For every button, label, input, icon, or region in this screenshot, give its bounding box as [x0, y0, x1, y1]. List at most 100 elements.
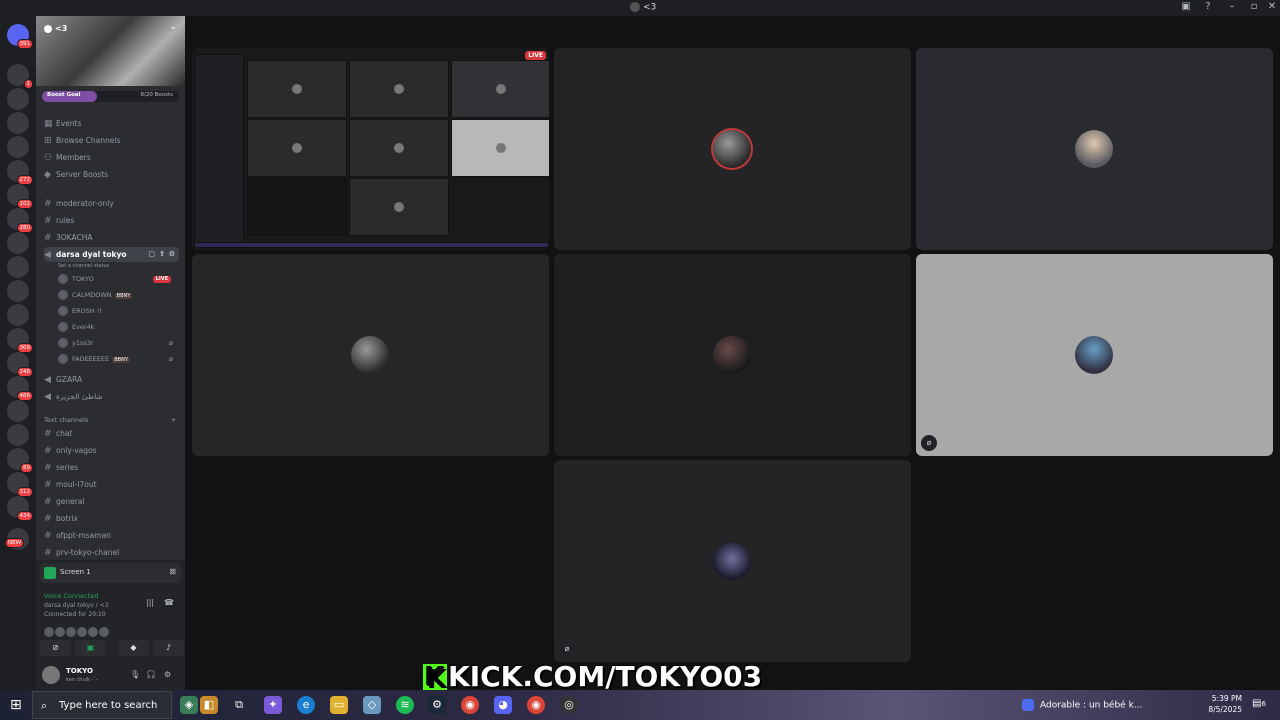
app-icon[interactable]: ◇ — [363, 696, 381, 714]
server-icon[interactable]: 272 — [7, 160, 33, 185]
user-avatar[interactable] — [42, 666, 60, 684]
server-icon[interactable] — [7, 232, 29, 254]
help-icon[interactable]: ? — [1198, 1, 1218, 12]
nav-item-members[interactable]: ⚇ Members — [44, 150, 179, 165]
chevron-down-icon[interactable]: ⌄ — [169, 22, 177, 32]
server-name[interactable]: <3 — [44, 24, 67, 33]
channel-top-1[interactable]: # rules — [44, 213, 179, 228]
server-icon[interactable] — [7, 400, 29, 422]
chat-icon[interactable]: ▢ — [148, 247, 155, 262]
copilot-icon[interactable]: ✦ — [264, 696, 282, 714]
chrome-icon[interactable]: ◉ — [527, 696, 545, 714]
server-icon[interactable] — [7, 112, 29, 134]
server-icon[interactable] — [7, 88, 29, 110]
participant-tile[interactable] — [192, 254, 549, 456]
stream-tile-tokyo[interactable]: LIVE — [192, 48, 549, 250]
nav-item-server-boosts[interactable]: ◆ Server Boosts — [44, 167, 179, 182]
channel-text-1[interactable]: # only-vagos — [44, 443, 179, 458]
edge-icon[interactable]: e — [297, 696, 315, 714]
discord-icon[interactable]: ◕ — [494, 696, 512, 714]
voice-user[interactable]: EROSH !! — [58, 304, 179, 319]
server-icon[interactable]: 466 — [7, 376, 33, 401]
screen-share-bar[interactable]: Screen 1 ⊠ — [40, 563, 181, 583]
server-icon[interactable] — [7, 424, 29, 446]
server-icon[interactable]: 248 — [7, 352, 33, 377]
disconnect-icon[interactable]: ☎ — [164, 598, 174, 607]
participant-tile[interactable]: ⌀ — [554, 460, 911, 662]
close-button[interactable]: ✕ — [1262, 1, 1280, 12]
channel-text-0[interactable]: # chat — [44, 426, 179, 441]
channel-voice-0[interactable]: ◀ GZARA — [44, 372, 179, 387]
nav-item-events[interactable]: ▦ Events — [44, 116, 179, 131]
activities-button[interactable]: ◆ — [118, 640, 149, 656]
participant-tile[interactable] — [554, 254, 911, 456]
server-icon[interactable]: 312 — [7, 472, 33, 497]
stop-stream-icon[interactable]: ⊠ — [169, 567, 176, 576]
soundboard-button[interactable]: ♪ — [153, 640, 184, 656]
channel-top-2[interactable]: #3OKACHA — [44, 230, 179, 245]
server-icon[interactable]: 391 — [7, 24, 33, 49]
noise-suppression-icon[interactable]: ||| — [146, 598, 154, 607]
server-icon[interactable] — [7, 304, 29, 326]
server-icon[interactable]: 309 — [7, 328, 33, 353]
server-icon[interactable]: NEW — [5, 528, 29, 550]
channel-text-2[interactable]: # series — [44, 460, 179, 475]
channel-text-3[interactable]: # moul-l7out — [44, 477, 179, 492]
category-text-channels[interactable]: Text channels + — [44, 416, 176, 424]
server-icon[interactable]: 102 — [7, 184, 33, 209]
server-banner[interactable]: <3 ⌄ — [36, 16, 185, 86]
voice-user[interactable]: Ever4k — [58, 320, 179, 335]
voice-channel-path[interactable]: darsa dyal tokyo / <3 — [44, 602, 108, 609]
server-icon[interactable]: 434 — [7, 496, 33, 521]
server-icon[interactable]: 89 — [7, 448, 33, 473]
voice-user[interactable]: y1ss3r ⌀ — [58, 336, 179, 351]
participant-tile[interactable] — [916, 48, 1273, 250]
server-icon[interactable] — [7, 136, 29, 158]
obs-icon[interactable]: ◎ — [560, 696, 578, 714]
settings-gear-icon[interactable]: ⚙ — [164, 670, 171, 679]
screen-share-button[interactable]: ▣ — [75, 640, 106, 656]
maximize-button[interactable]: ▫ — [1244, 1, 1264, 12]
channel-text-7[interactable]: # prv-tokyo-chanel — [44, 545, 179, 560]
server-icon[interactable]: 280 — [7, 208, 33, 233]
server-icon[interactable]: 1 — [7, 64, 33, 89]
minimize-button[interactable]: – — [1222, 1, 1242, 12]
participant-tile[interactable]: ⌀ — [916, 254, 1273, 456]
windows-start-icon[interactable]: ⊞ — [10, 698, 24, 712]
channel-voice-active[interactable]: ◀ darsa dyal tokyo ⚙ ⇪ ▢ — [44, 247, 179, 262]
voice-user[interactable]: CALMDOWN BBNY — [58, 288, 179, 303]
gear-icon[interactable]: ⚙ — [169, 247, 175, 262]
chrome-icon[interactable]: ◉ — [461, 696, 479, 714]
headphones-icon[interactable]: 🎧 — [146, 670, 156, 679]
steam-icon[interactable]: ⚙ — [428, 696, 446, 714]
server-icon[interactable] — [7, 256, 29, 278]
channel-text-5[interactable]: # botrix — [44, 511, 179, 526]
microphone-icon[interactable]: 🎙 — [130, 670, 140, 679]
app-icon[interactable]: ◧ — [200, 696, 218, 714]
camera-off-button[interactable]: ⊘ — [40, 640, 71, 656]
taskbar-search[interactable]: ⌕ Type here to search — [32, 691, 172, 719]
spotify-icon[interactable]: ≋ — [396, 696, 414, 714]
channel-status[interactable]: Set a channel status — [58, 263, 109, 269]
channel-text-4[interactable]: # general — [44, 494, 179, 509]
voice-user[interactable]: TOKYO LIVE — [58, 272, 179, 287]
nav-item-browse-channels[interactable]: ⊞ Browse Channels — [44, 133, 179, 148]
channel-top-0[interactable]: # moderator-only — [44, 196, 179, 211]
server-icon[interactable] — [7, 280, 29, 302]
file-explorer-icon[interactable]: ▭ — [330, 696, 348, 714]
invite-icon[interactable]: ⇪ — [159, 247, 165, 262]
task-view-icon[interactable]: ⧉ — [230, 696, 248, 714]
channel-text-6[interactable]: # ofppt-msaman — [44, 528, 179, 543]
clock[interactable]: 5:39 PM 8/5/2025 — [1206, 693, 1242, 715]
notification-icon[interactable]: ▤6 — [1252, 698, 1266, 709]
add-channel-icon[interactable]: + — [171, 416, 176, 424]
app-icon[interactable]: ◈ — [180, 696, 198, 714]
username[interactable]: TOKYO — [66, 667, 93, 675]
boost-goal-bar[interactable]: Boost Goal 8/20 Boosts — [42, 91, 179, 102]
voice-connected-status[interactable]: Voice Connected — [44, 592, 98, 600]
voice-user[interactable]: FADEEEEEE BBNY ⌀ — [58, 352, 179, 367]
news-widget[interactable]: Adorable : un bébé k... — [1022, 699, 1142, 711]
channel-voice-1[interactable]: ◀ شاطئ الجزيرة — [44, 389, 179, 404]
participant-tile[interactable] — [554, 48, 911, 250]
inbox-icon[interactable]: ▣ — [1176, 1, 1196, 12]
